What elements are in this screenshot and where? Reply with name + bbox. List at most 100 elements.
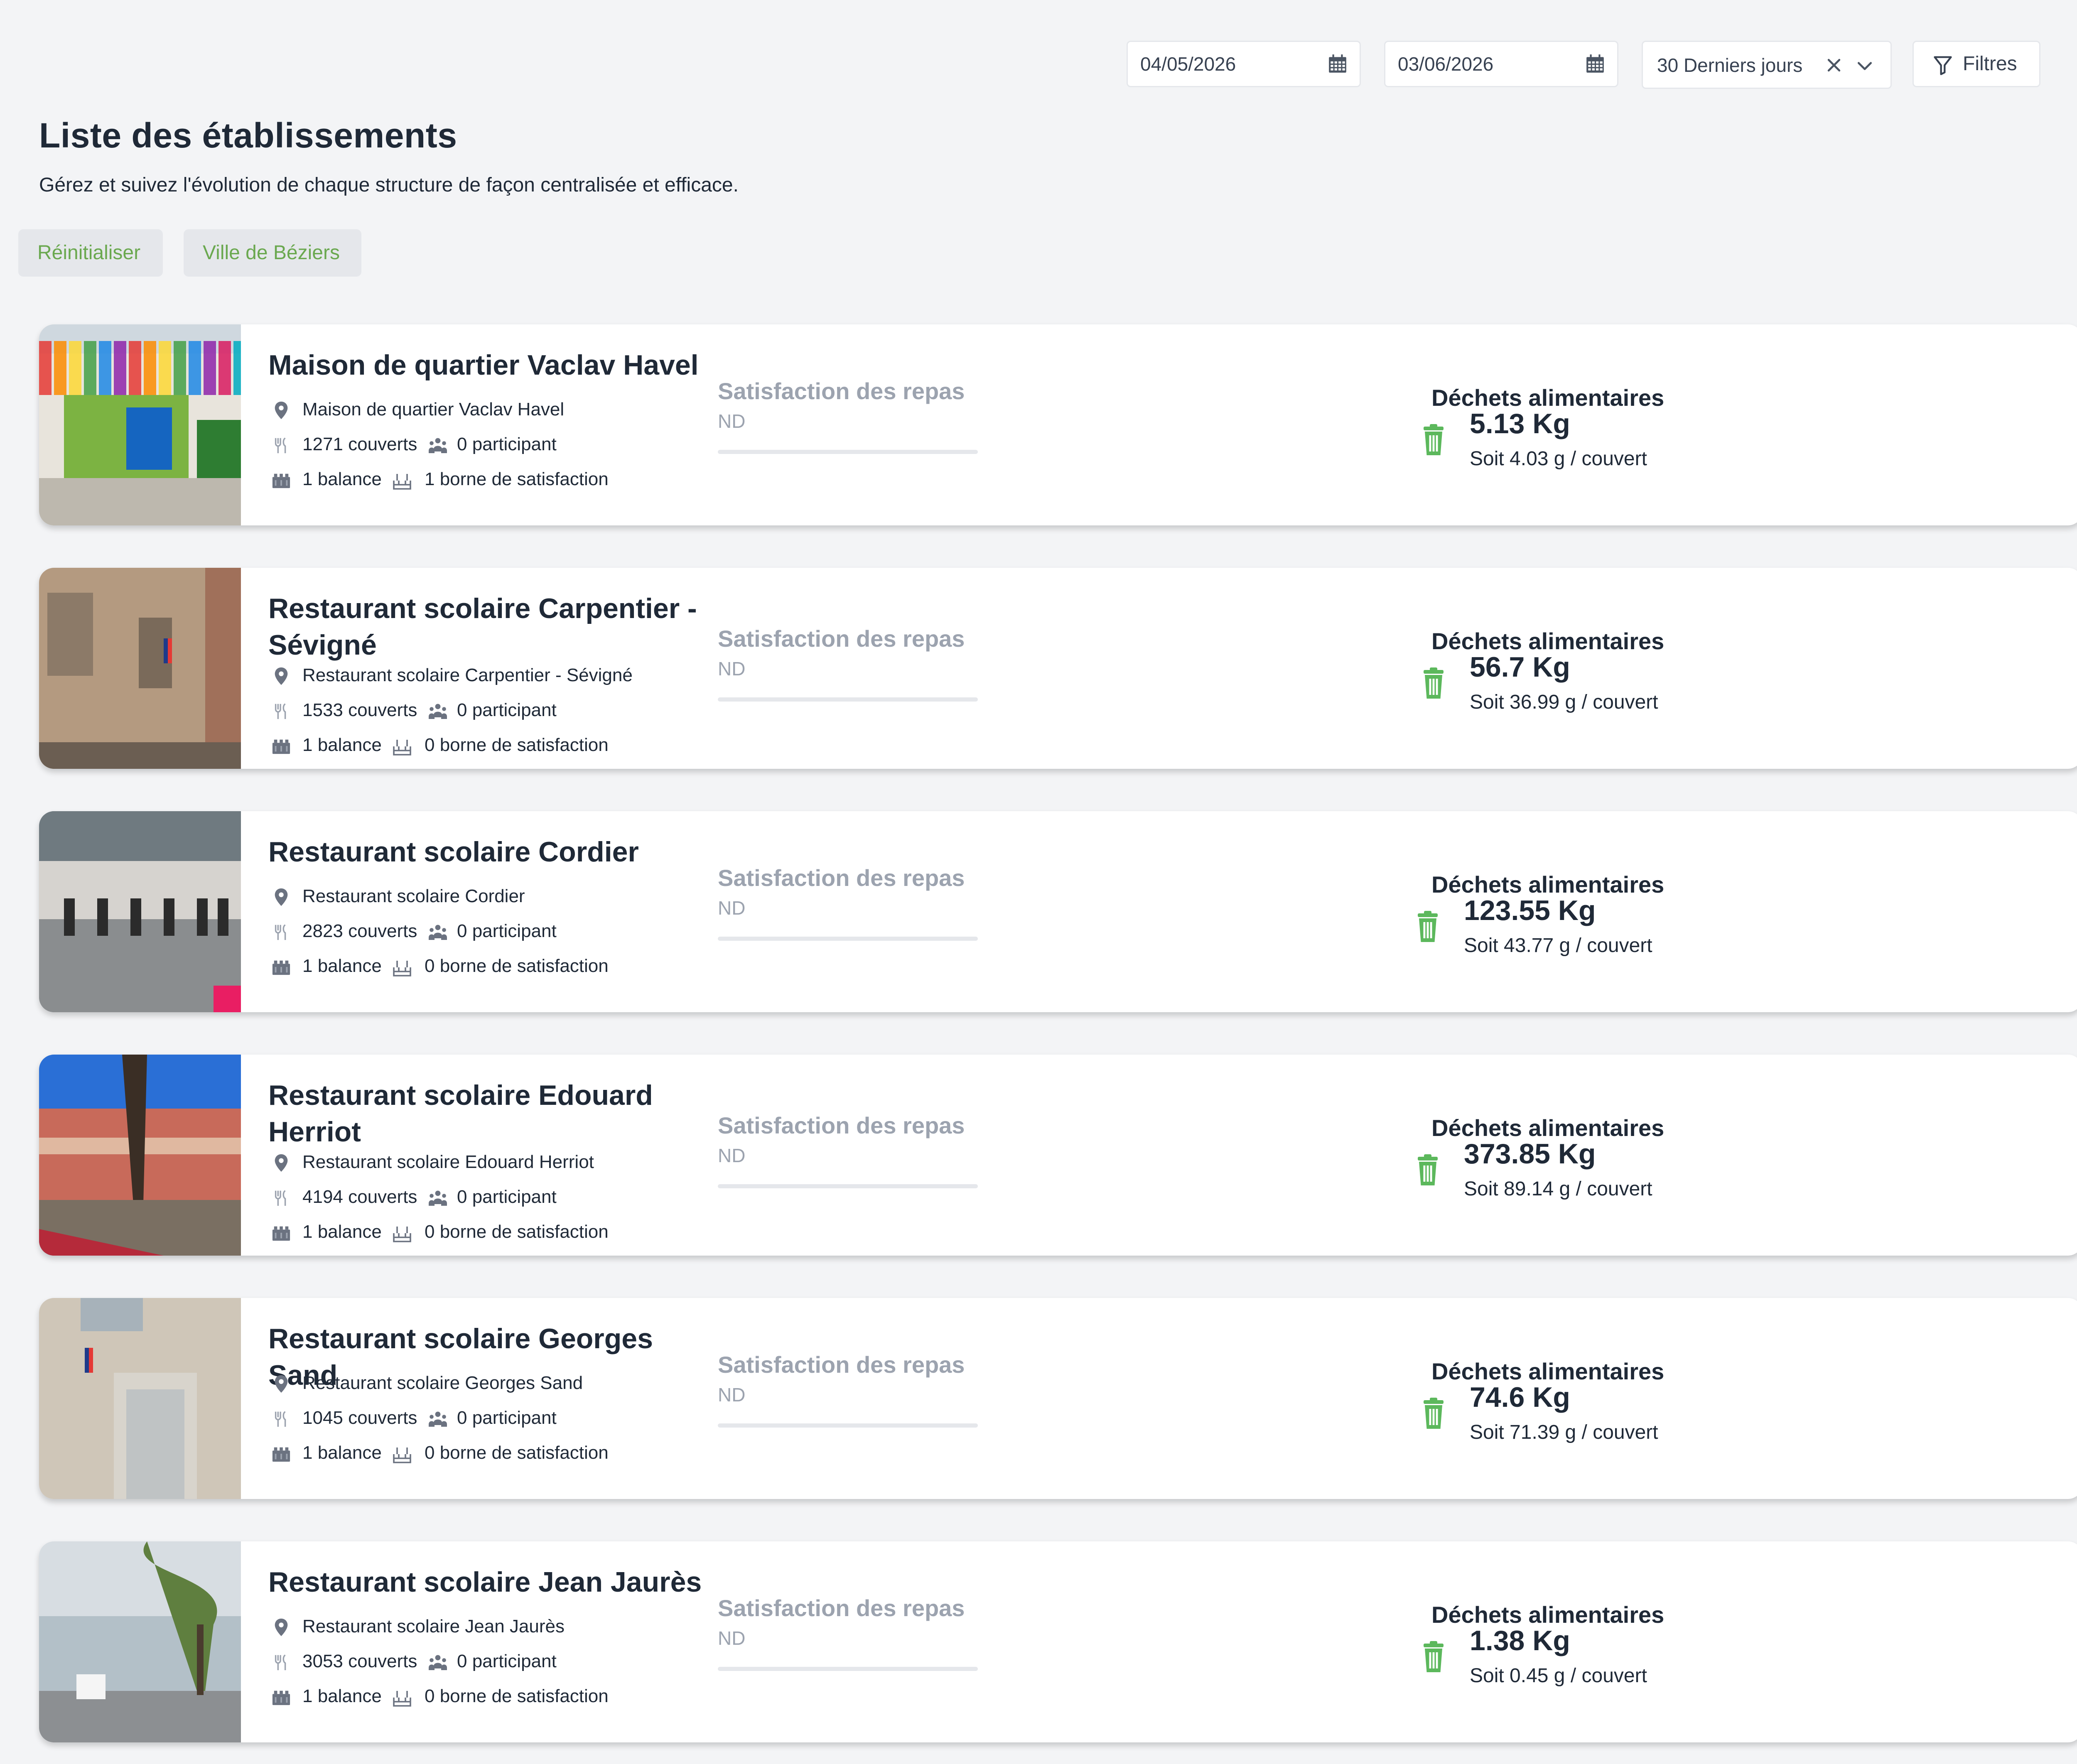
food-waste-weight: 56.7 Kg bbox=[1470, 651, 1570, 683]
trash-bin-icon bbox=[1424, 1641, 1444, 1672]
terminal-icon bbox=[393, 1691, 411, 1707]
terminal-icon bbox=[393, 961, 411, 976]
food-waste-weight: 5.13 Kg bbox=[1470, 408, 1570, 439]
scales-count: 1 balance bbox=[302, 1686, 382, 1706]
establishment-card[interactable]: Restaurant scolaire Georges Sand Restaur… bbox=[39, 1298, 2077, 1499]
page-title: Liste des établissements bbox=[39, 116, 457, 155]
location-pin-icon bbox=[275, 1375, 288, 1393]
trash-bin-icon bbox=[1418, 911, 1438, 942]
satisfaction-label: Satisfaction des repas bbox=[718, 865, 965, 891]
food-waste-weight: 373.85 Kg bbox=[1464, 1138, 1596, 1170]
trash-bin-icon bbox=[1424, 424, 1444, 455]
devices-row: 1 balance 1 borne de satisfaction bbox=[268, 464, 725, 499]
calendar-icon[interactable] bbox=[1327, 54, 1348, 74]
establishment-photo bbox=[39, 324, 241, 525]
establishment-photo bbox=[39, 811, 241, 1012]
food-waste-weight: 123.55 Kg bbox=[1464, 895, 1596, 926]
establishment-card[interactable]: Restaurant scolaire Carpentier - Sévigné… bbox=[39, 568, 2077, 769]
trash-bin-icon bbox=[1424, 1398, 1444, 1429]
filters-button[interactable]: Filtres bbox=[1913, 41, 2040, 87]
terminal-icon bbox=[393, 1227, 411, 1242]
page-subtitle: Gérez et suivez l'évolution de chaque st… bbox=[39, 174, 739, 196]
people-group-icon bbox=[429, 1411, 447, 1427]
address-text: Maison de quartier Vaclav Havel bbox=[302, 399, 565, 420]
city-filter-chip[interactable]: Ville de Béziers bbox=[184, 229, 361, 277]
terminals-count: 0 borne de satisfaction bbox=[425, 735, 609, 755]
participants-count: 0 participant bbox=[457, 1651, 557, 1671]
establishment-name[interactable]: Restaurant scolaire Carpentier - Sévigné bbox=[268, 590, 709, 663]
location-pin-icon bbox=[275, 1154, 288, 1172]
establishment-info: Restaurant scolaire Carpentier - Sévigné… bbox=[268, 660, 725, 765]
establishment-photo bbox=[39, 1055, 241, 1256]
cutlery-icon bbox=[275, 924, 286, 940]
chevron-down-icon[interactable] bbox=[1856, 57, 1874, 75]
establishment-card[interactable]: Restaurant scolaire Jean Jaurès Restaura… bbox=[39, 1541, 2077, 1742]
cutlery-icon bbox=[275, 703, 286, 719]
establishment-name[interactable]: Restaurant scolaire Cordier bbox=[268, 834, 709, 870]
food-waste-weight: 74.6 Kg bbox=[1470, 1381, 1570, 1413]
establishment-card[interactable]: Restaurant scolaire Edouard Herriot Rest… bbox=[39, 1055, 2077, 1256]
establishment-photo bbox=[39, 568, 241, 769]
address-text: Restaurant scolaire Cordier bbox=[302, 886, 525, 906]
satisfaction-label: Satisfaction des repas bbox=[718, 1352, 965, 1378]
establishment-card[interactable]: Restaurant scolaire Cordier Restaurant s… bbox=[39, 811, 2077, 1012]
establishment-name[interactable]: Restaurant scolaire Jean Jaurès bbox=[268, 1564, 709, 1600]
people-group-icon bbox=[429, 704, 447, 719]
terminals-count: 0 borne de satisfaction bbox=[425, 956, 609, 976]
people-group-icon bbox=[429, 925, 447, 940]
people-group-icon bbox=[429, 438, 447, 453]
scale-icon bbox=[272, 474, 290, 488]
cutlery-icon bbox=[275, 1411, 286, 1427]
filter-icon bbox=[1934, 56, 1952, 75]
food-waste-per-cover: Soit 89.14 g / couvert bbox=[1464, 1178, 1652, 1200]
scale-icon bbox=[272, 739, 290, 754]
establishment-name[interactable]: Restaurant scolaire Edouard Herriot bbox=[268, 1077, 709, 1150]
establishment-photo bbox=[39, 1541, 241, 1742]
scales-count: 1 balance bbox=[302, 1443, 382, 1463]
start-date-input[interactable]: 04/05/2026 bbox=[1127, 41, 1361, 87]
start-date-value: 04/05/2026 bbox=[1140, 53, 1236, 75]
establishment-card[interactable]: Maison de quartier Vaclav Havel Maison d… bbox=[39, 324, 2077, 525]
covers-row: 1533 couverts 0 participant bbox=[268, 695, 725, 730]
devices-row: 1 balance 0 borne de satisfaction bbox=[268, 1681, 725, 1716]
satisfaction-label: Satisfaction des repas bbox=[718, 626, 965, 652]
establishment-info: Restaurant scolaire Edouard Herriot 4194… bbox=[268, 1147, 725, 1251]
people-group-icon bbox=[429, 1190, 447, 1206]
terminals-count: 0 borne de satisfaction bbox=[425, 1686, 609, 1706]
scale-icon bbox=[272, 1447, 290, 1462]
terminal-icon bbox=[393, 740, 411, 756]
address-text: Restaurant scolaire Jean Jaurès bbox=[302, 1616, 565, 1636]
covers-count: 1533 couverts bbox=[302, 700, 417, 720]
reset-button[interactable]: Réinitialiser bbox=[18, 229, 163, 277]
covers-row: 2823 couverts 0 participant bbox=[268, 916, 725, 951]
food-waste-per-cover: Soit 71.39 g / couvert bbox=[1470, 1421, 1658, 1443]
address-row: Restaurant scolaire Georges Sand bbox=[268, 1368, 725, 1403]
address-row: Restaurant scolaire Edouard Herriot bbox=[268, 1147, 725, 1182]
terminals-count: 0 borne de satisfaction bbox=[425, 1443, 609, 1463]
establishment-photo bbox=[39, 1298, 241, 1499]
satisfaction-value: ND bbox=[718, 1384, 746, 1406]
covers-count: 1045 couverts bbox=[302, 1408, 417, 1428]
participants-count: 0 participant bbox=[457, 921, 557, 941]
establishment-info: Maison de quartier Vaclav Havel 1271 cou… bbox=[268, 394, 725, 499]
satisfaction-label: Satisfaction des repas bbox=[718, 1595, 965, 1621]
calendar-icon[interactable] bbox=[1585, 54, 1606, 74]
terminal-icon bbox=[393, 474, 411, 490]
satisfaction-value: ND bbox=[718, 1627, 746, 1649]
close-icon[interactable] bbox=[1825, 56, 1843, 74]
scales-count: 1 balance bbox=[302, 1222, 382, 1242]
establishment-name[interactable]: Maison de quartier Vaclav Havel bbox=[268, 347, 709, 383]
date-range-select[interactable]: 30 Derniers jours bbox=[1642, 41, 1892, 89]
scales-count: 1 balance bbox=[302, 469, 382, 489]
terminals-count: 1 borne de satisfaction bbox=[425, 469, 609, 489]
date-range-value: 30 Derniers jours bbox=[1657, 54, 1803, 76]
food-waste-weight: 1.38 Kg bbox=[1470, 1625, 1570, 1656]
end-date-input[interactable]: 03/06/2026 bbox=[1384, 41, 1618, 87]
location-pin-icon bbox=[275, 1618, 288, 1636]
food-waste-per-cover: Soit 4.03 g / couvert bbox=[1470, 448, 1647, 470]
filters-button-label: Filtres bbox=[1963, 53, 2017, 75]
address-row: Restaurant scolaire Jean Jaurès bbox=[268, 1611, 725, 1646]
terminal-icon bbox=[393, 1448, 411, 1463]
address-text: Restaurant scolaire Edouard Herriot bbox=[302, 1152, 594, 1172]
devices-row: 1 balance 0 borne de satisfaction bbox=[268, 1217, 725, 1251]
